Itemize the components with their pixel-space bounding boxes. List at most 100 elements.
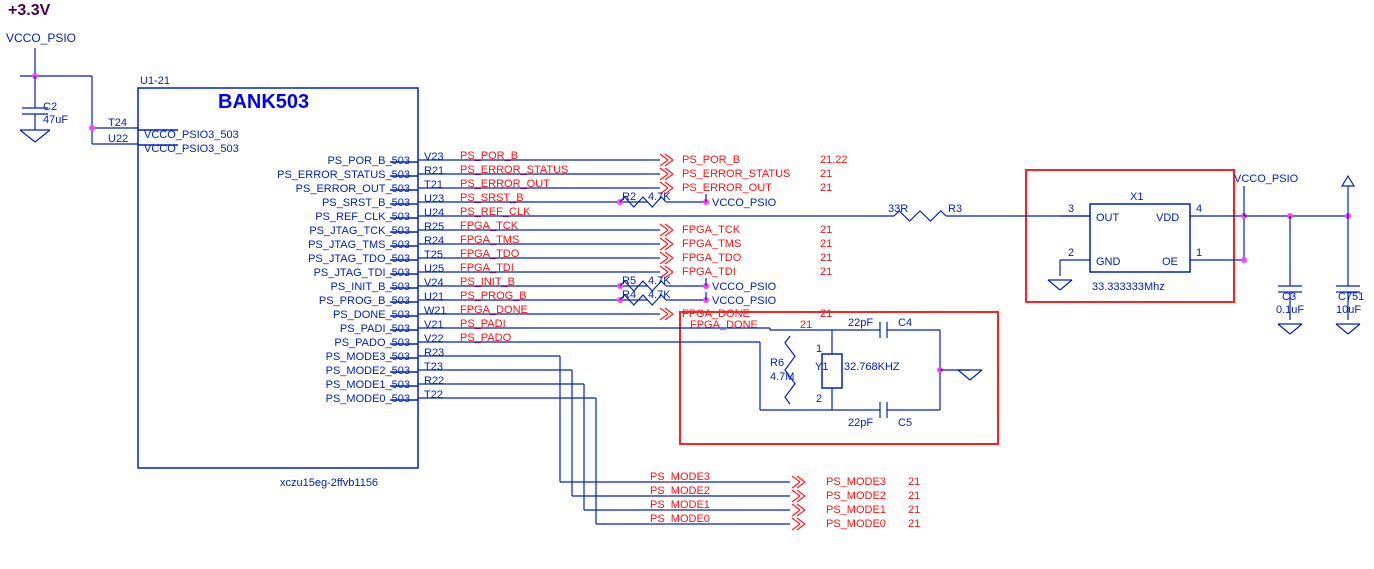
svg-text:PS_MODE0_503: PS_MODE0_503 <box>326 393 410 405</box>
svg-text:VCCO_PSIO: VCCO_PSIO <box>1234 173 1299 185</box>
svg-text:PS_MODE1: PS_MODE1 <box>650 499 710 511</box>
svg-text:V24: V24 <box>424 277 444 289</box>
oscillator-group: X133.333333Mhz3OUT2GND4VDD1OE <box>1048 191 1244 293</box>
svg-text:PS_MODE0: PS_MODE0 <box>650 513 710 525</box>
svg-text:0.1uF: 0.1uF <box>1276 304 1304 316</box>
svg-text:R4: R4 <box>622 289 636 301</box>
svg-text:PS_POR_B_503: PS_POR_B_503 <box>327 155 410 167</box>
svg-text:R25: R25 <box>424 221 444 233</box>
svg-text:W21: W21 <box>424 305 447 317</box>
svg-text:VCCO_PSIO3_503: VCCO_PSIO3_503 <box>144 129 239 141</box>
svg-text:PS_REF_CLK_503: PS_REF_CLK_503 <box>315 211 410 223</box>
svg-text:V22: V22 <box>424 333 444 345</box>
svg-text:T24: T24 <box>108 117 127 129</box>
svg-text:GND: GND <box>1096 256 1121 268</box>
c2-val: 47uF <box>43 114 68 126</box>
svg-text:21: 21 <box>908 518 920 530</box>
svg-text:PS_JTAG_TCK_503: PS_JTAG_TCK_503 <box>309 225 410 237</box>
svg-text:PS_SRST_B_503: PS_SRST_B_503 <box>322 197 410 209</box>
svg-text:R23: R23 <box>424 347 444 359</box>
svg-text:U24: U24 <box>424 207 444 219</box>
svg-text:4.7K: 4.7K <box>648 289 671 301</box>
svg-text:PS_ERROR_STATUS: PS_ERROR_STATUS <box>682 168 790 180</box>
gnd-icon <box>20 130 50 142</box>
svg-text:PS_PADI_503: PS_PADI_503 <box>340 323 410 335</box>
svg-text:VCCO_PSIO: VCCO_PSIO <box>712 197 777 209</box>
svg-text:1: 1 <box>816 343 822 355</box>
svg-text:21: 21 <box>820 168 832 180</box>
svg-text:Y1: Y1 <box>815 361 828 373</box>
svg-text:PS_MODE3: PS_MODE3 <box>826 476 886 488</box>
svg-text:R6: R6 <box>770 357 784 369</box>
svg-text:R3: R3 <box>948 203 962 215</box>
crystal-group: R64.7M12Y132.768KHZ22pFC422pFC5 <box>648 317 982 429</box>
svg-text:FPGA_TDI: FPGA_TDI <box>682 266 736 278</box>
svg-text:PS_MODE2: PS_MODE2 <box>826 490 886 502</box>
svg-text:PS_ERROR_OUT: PS_ERROR_OUT <box>682 182 772 194</box>
svg-text:R2: R2 <box>622 191 636 203</box>
svg-text:21: 21 <box>800 319 812 331</box>
svg-text:10uF: 10uF <box>1336 304 1361 316</box>
svg-text:U21: U21 <box>424 291 444 303</box>
svg-text:4: 4 <box>1196 203 1202 215</box>
svg-text:21: 21 <box>820 252 832 264</box>
svg-text:VDD: VDD <box>1156 212 1179 224</box>
svg-text:C5: C5 <box>898 417 912 429</box>
svg-text:R21: R21 <box>424 165 444 177</box>
svg-text:PS_MODE3: PS_MODE3 <box>650 471 710 483</box>
svg-text:22pF: 22pF <box>848 417 873 429</box>
svg-text:C3: C3 <box>1282 291 1296 303</box>
ic-title: BANK503 <box>218 91 309 113</box>
svg-text:PS_ERROR_STATUS_503: PS_ERROR_STATUS_503 <box>277 169 410 181</box>
svg-text:PS_JTAG_TMS_503: PS_JTAG_TMS_503 <box>308 239 410 251</box>
svg-text:C4: C4 <box>898 317 912 329</box>
svg-text:PS_PROG_B_503: PS_PROG_B_503 <box>319 295 410 307</box>
svg-text:PS_MODE2_503: PS_MODE2_503 <box>326 365 410 377</box>
osc-power-tree: VCCO_PSIOC30.1uFC75110uF <box>1234 173 1364 334</box>
svg-text:1: 1 <box>1196 247 1202 259</box>
series-resistor: 33R R3 <box>870 203 1090 221</box>
svg-text:21: 21 <box>908 490 920 502</box>
c2-ref: C2 <box>43 101 57 113</box>
svg-text:21,22: 21,22 <box>820 154 848 166</box>
svg-text:21: 21 <box>820 224 832 236</box>
svg-text:2: 2 <box>1068 247 1074 259</box>
svg-text:2: 2 <box>816 393 822 405</box>
svg-text:U22: U22 <box>108 133 128 145</box>
svg-text:33R: 33R <box>888 203 908 215</box>
svg-text:T21: T21 <box>424 179 443 191</box>
ic-partnum: xczu15eg-2ffvb1156 <box>280 477 378 489</box>
svg-text:4.7K: 4.7K <box>648 275 671 287</box>
svg-text:21: 21 <box>908 476 920 488</box>
svg-text:T25: T25 <box>424 249 443 261</box>
svg-text:32.768KHZ: 32.768KHZ <box>844 361 900 373</box>
svg-text:PS_JTAG_TDI_503: PS_JTAG_TDI_503 <box>314 267 410 279</box>
svg-text:FPGA_DONE: FPGA_DONE <box>690 319 758 331</box>
svg-text:PS_PADO_503: PS_PADO_503 <box>334 337 410 349</box>
svg-text:X1: X1 <box>1130 191 1143 203</box>
svg-text:V21: V21 <box>424 319 444 331</box>
svg-text:PS_INIT_B_503: PS_INIT_B_503 <box>331 281 411 293</box>
svg-text:R24: R24 <box>424 235 444 247</box>
svg-text:U25: U25 <box>424 263 444 275</box>
schematic-canvas: +3.3V VCCO_PSIO C2 47uF U1-21 BANK503 xc… <box>0 0 1374 569</box>
svg-text:PS_MODE1_503: PS_MODE1_503 <box>326 379 410 391</box>
svg-text:21: 21 <box>908 504 920 516</box>
svg-text:V23: V23 <box>424 151 444 163</box>
svg-text:PS_JTAG_TDO_503: PS_JTAG_TDO_503 <box>308 253 410 265</box>
svg-text:PS_POR_B: PS_POR_B <box>682 154 740 166</box>
power-pins: T24 VCCO_PSIO3_503 U22 VCCO_PSIO3_503 <box>108 117 239 155</box>
svg-text:33.333333Mhz: 33.333333Mhz <box>1092 281 1165 293</box>
svg-text:3: 3 <box>1068 203 1074 215</box>
svg-text:R5: R5 <box>622 275 636 287</box>
voltage-label: +3.3V <box>8 2 51 19</box>
svg-text:OUT: OUT <box>1096 212 1120 224</box>
svg-text:FPGA_TDO: FPGA_TDO <box>682 252 742 264</box>
svg-text:4.7M: 4.7M <box>770 371 794 383</box>
svg-text:VCCO_PSIO: VCCO_PSIO <box>712 295 777 307</box>
svg-text:PS_DONE_503: PS_DONE_503 <box>333 309 410 321</box>
svg-text:FPGA_TCK: FPGA_TCK <box>682 224 741 236</box>
svg-text:PS_ERROR_OUT_503: PS_ERROR_OUT_503 <box>296 183 410 195</box>
u1-refdes: U1-21 <box>140 75 170 87</box>
svg-text:PS_MODE2: PS_MODE2 <box>650 485 710 497</box>
